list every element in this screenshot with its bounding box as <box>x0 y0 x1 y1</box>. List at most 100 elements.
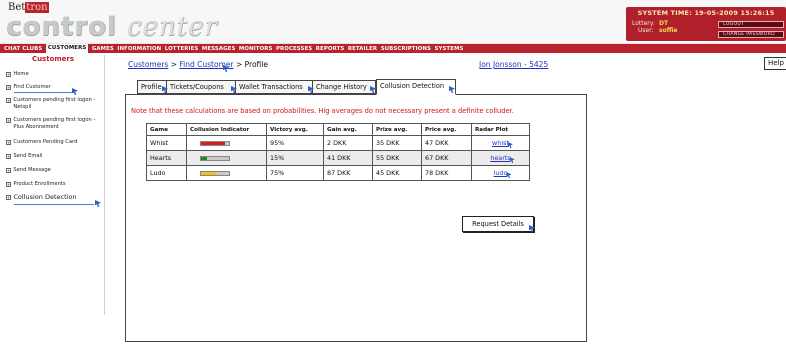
collusion-indicator-cell <box>186 165 267 181</box>
nav-item-monitors[interactable]: MONITORS <box>239 46 273 52</box>
nav-item-subscriptions[interactable]: SUBSCRIPTIONS <box>381 46 431 52</box>
gain-avg-cell: 41 DKK <box>323 150 373 166</box>
price-avg-cell: 67 DKK <box>421 150 472 166</box>
collusion-indicator-fill <box>201 156 207 160</box>
logout-button[interactable]: LOGOUT <box>718 21 784 28</box>
collusion-indicator-fill <box>201 141 225 145</box>
sidebar-item-pending-plus[interactable]: + Customers pending first logon - Plus A… <box>6 117 104 130</box>
column-header-victory-avg: Victory avg. <box>266 123 324 136</box>
breadcrumb: Customers > Find Customer > Profile <box>128 60 268 69</box>
user-value: soffie <box>659 27 678 34</box>
logo-title: control center <box>6 12 218 42</box>
system-info-panel: SYSTEM TIME: 19-05-2009 15:26:15 Lottery… <box>626 7 786 41</box>
column-header-collusion-indicator: Collusion Indicator <box>186 123 267 136</box>
app-logo: Bettron control center <box>6 2 218 41</box>
breadcrumb-customers[interactable]: Customers <box>128 60 168 69</box>
tab-change-history[interactable]: Change History <box>312 80 376 94</box>
collusion-indicator-fill <box>201 171 217 175</box>
expand-box-icon: + <box>6 71 12 77</box>
nav-item-games[interactable]: GAMES <box>92 46 114 52</box>
expand-box-icon: + <box>6 194 12 200</box>
expand-box-icon: + <box>6 84 12 90</box>
change-password-button[interactable]: CHANGE PASSWORD <box>718 31 784 38</box>
sidebar-item-find-customer[interactable]: + Find Customer <box>6 84 104 91</box>
expand-box-icon: + <box>6 181 12 187</box>
find-customer-underline <box>14 92 74 93</box>
main-nav: CHAT CLUBS CUSTOMERS GAMES INFORMATION L… <box>0 44 786 53</box>
sidebar-item-pending-netspil[interactable]: + Customers pending first logon - Netspi… <box>6 97 104 110</box>
sidebar-item-label: Home <box>13 71 29 77</box>
nav-item-customers[interactable]: CUSTOMERS <box>45 44 89 53</box>
collusion-indicator-bar <box>200 155 230 161</box>
game-cell: Ludo <box>146 165 187 181</box>
breadcrumb-separator: > <box>233 60 245 69</box>
nav-item-information[interactable]: INFORMATION <box>117 46 161 52</box>
sidebar-item-label: Find Customer <box>13 84 51 90</box>
nav-item-retailer[interactable]: RETAILER <box>348 46 377 52</box>
sidebar-item-product-enrollments[interactable]: + Product Enrollments <box>6 181 104 188</box>
column-header-game: Game <box>146 123 187 136</box>
sidebar: Customers + Home + Find Customer + Custo… <box>3 55 105 315</box>
expand-box-icon: + <box>6 167 12 173</box>
expand-box-icon: + <box>6 97 12 103</box>
radar-plot-link[interactable]: whist <box>492 139 513 148</box>
pointer-icon <box>507 142 513 148</box>
expand-box-icon: + <box>6 117 12 123</box>
expand-box-icon: + <box>6 153 12 159</box>
nav-item-chat-clubs[interactable]: CHAT CLUBS <box>4 46 42 52</box>
radar-plot-cell: hearts <box>471 150 530 166</box>
gain-avg-cell: 87 DKK <box>323 165 373 181</box>
nav-item-systems[interactable]: SYSTEMS <box>434 46 463 52</box>
pointer-icon <box>506 172 512 178</box>
victory-avg-cell: 95% <box>266 135 324 151</box>
column-header-price-avg: Price avg. <box>421 123 472 136</box>
sidebar-title: Customers <box>31 55 75 63</box>
sidebar-item-collusion-detection[interactable]: + Collusion Detection <box>6 194 104 201</box>
user-label: User: <box>638 27 654 34</box>
sidebar-item-label: Send Message <box>13 167 51 173</box>
prize-avg-cell: 35 DKK <box>372 135 422 151</box>
nav-item-lotteries[interactable]: LOTTERIES <box>165 46 199 52</box>
sidebar-item-pending-card[interactable]: + Customers Pending Card <box>6 139 104 146</box>
breadcrumb-profile: Profile <box>244 60 268 69</box>
column-header-gain-avg: Gain avg. <box>323 123 373 136</box>
probability-note: Note that these calculations are based o… <box>131 107 514 115</box>
customer-name-link[interactable]: Jon Jonsson - 5425 <box>479 60 548 69</box>
table-row: Hearts 15% 41 DKK 55 DKK 67 DKK hearts <box>146 150 530 166</box>
help-button[interactable]: Help <box>764 57 786 70</box>
app-header: Bettron control center SYSTEM TIME: 19-0… <box>0 0 786 44</box>
sidebar-item-label: Customers pending first logon - Netspil <box>13 97 96 110</box>
sidebar-item-label: Product Enrollments <box>13 181 66 187</box>
collusion-indicator-cell <box>186 150 267 166</box>
expand-box-icon: + <box>6 139 12 145</box>
price-avg-cell: 47 DKK <box>421 135 472 151</box>
sidebar-item-send-email[interactable]: + Send Email <box>6 153 104 160</box>
collusion-detection-underline <box>14 204 94 205</box>
nav-item-reports[interactable]: REPORTS <box>316 46 345 52</box>
victory-avg-cell: 15% <box>266 150 324 166</box>
collusion-indicator-bar <box>200 170 230 176</box>
radar-plot-link[interactable]: ludo <box>494 169 512 178</box>
table-row: Ludo 75% 87 DKK 45 DKK 78 DKK ludo <box>146 165 530 181</box>
nav-item-messages[interactable]: MESSAGES <box>202 46 236 52</box>
sidebar-item-label: Collusion Detection <box>13 193 77 201</box>
tab-tickets-coupons[interactable]: Tickets/Coupons <box>166 80 236 94</box>
breadcrumb-separator: > <box>168 60 180 69</box>
game-cell: Whist <box>146 135 187 151</box>
collusion-indicator-cell <box>186 135 267 151</box>
sidebar-item-home[interactable]: + Home <box>6 71 104 78</box>
column-header-prize-avg: Prize avg. <box>372 123 422 136</box>
game-cell: Hearts <box>146 150 187 166</box>
lottery-value: DT <box>659 20 669 27</box>
nav-item-processes[interactable]: PROCESSES <box>276 46 312 52</box>
pointer-icon <box>509 157 515 163</box>
victory-avg-cell: 75% <box>266 165 324 181</box>
radar-plot-cell: whist <box>471 135 530 151</box>
radar-plot-link[interactable]: hearts <box>490 154 515 163</box>
tab-collusion-detection[interactable]: Collusion Detection <box>376 79 456 95</box>
tab-wallet-transactions[interactable]: Wallet Transactions <box>235 80 313 94</box>
table-header-row: Game Collusion Indicator Victory avg. Ga… <box>146 123 530 136</box>
sidebar-item-label: Customers Pending Card <box>13 139 78 145</box>
request-details-button[interactable]: Request Details <box>462 216 534 232</box>
sidebar-item-send-message[interactable]: + Send Message <box>6 167 104 174</box>
